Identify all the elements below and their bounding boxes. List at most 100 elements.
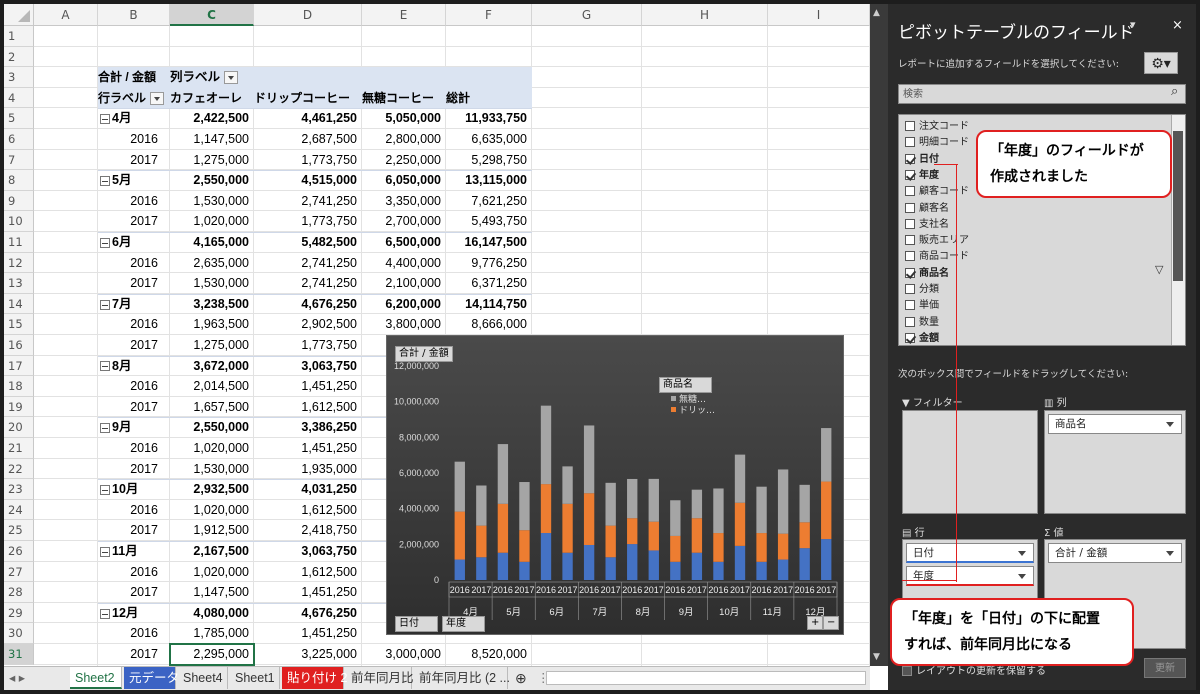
pivot-value-cell[interactable]: 1,785,000 [170, 623, 254, 644]
pivot-value-cell[interactable]: 1,773,750 [254, 335, 362, 356]
field-item[interactable]: 注文コード [905, 119, 969, 135]
legend-item[interactable]: 無糖… [679, 393, 706, 405]
checkbox-icon[interactable] [905, 218, 915, 229]
field-item[interactable]: 商品コード [905, 249, 969, 265]
collapse-icon[interactable] [100, 114, 110, 125]
field-item[interactable]: 年度 [905, 168, 939, 184]
checkbox-icon[interactable] [905, 202, 915, 213]
pivot-value-cell[interactable]: 3,063,750 [254, 356, 362, 377]
pivot-value-cell[interactable]: 3,238,500 [170, 294, 254, 315]
pivot-value-cell[interactable]: 1,773,750 [254, 150, 362, 171]
sheet-tab[interactable]: Sheet2 [70, 667, 122, 689]
pivot-value-cell[interactable]: 2,700,000 [362, 211, 446, 232]
bar-segment[interactable] [562, 552, 573, 580]
sheet-tab[interactable]: Sheet1 [230, 667, 280, 689]
bar-segment[interactable] [497, 444, 509, 504]
row-field-date[interactable]: 日付 [906, 543, 1034, 563]
bar-segment[interactable] [627, 478, 638, 519]
checkbox-icon[interactable] [905, 300, 915, 311]
bar-segment[interactable] [627, 518, 638, 545]
pivot-value-cell[interactable]: 5,493,750 [446, 211, 532, 232]
pivot-value-cell[interactable]: 1,612,500 [254, 500, 362, 521]
bar-segment[interactable] [519, 561, 530, 580]
pivot-value-cell[interactable]: 2,100,000 [362, 273, 446, 294]
pivot-column-header[interactable]: 総計 [446, 88, 532, 109]
field-item[interactable]: 単価 [905, 298, 939, 314]
bar-segment[interactable] [540, 405, 552, 485]
row-header-30[interactable]: 30 [4, 623, 34, 644]
pivot-value-cell[interactable]: 2,014,500 [170, 376, 254, 397]
bar-segment[interactable] [454, 511, 465, 560]
column-header-A[interactable]: A [34, 4, 98, 26]
pivot-year-row-label[interactable]: 2017 [98, 582, 170, 603]
row-header-7[interactable]: 7 [4, 149, 34, 171]
row-header-12[interactable]: 12 [4, 252, 34, 274]
collapse-icon[interactable] [100, 237, 110, 248]
pivot-value-cell[interactable]: 1,530,000 [170, 273, 254, 294]
checkbox-icon[interactable] [905, 153, 915, 164]
bar-segment[interactable] [583, 493, 595, 545]
bar-segment[interactable] [756, 561, 767, 580]
row-header-2[interactable]: 2 [4, 46, 34, 68]
column-header-E[interactable]: E [362, 4, 446, 26]
bar-segment[interactable] [476, 557, 487, 580]
bar-segment[interactable] [670, 500, 681, 536]
pivot-value-cell[interactable]: 2,902,500 [254, 314, 362, 335]
close-icon[interactable]: × [1172, 18, 1183, 33]
pivot-group-row-label[interactable]: 9月 [98, 417, 170, 438]
collapse-icon[interactable] [100, 546, 110, 557]
value-field-pill[interactable]: 合計 / 金額 [1048, 543, 1182, 563]
bar-segment[interactable] [648, 521, 659, 551]
row-header-29[interactable]: 29 [4, 602, 34, 624]
bar-segment[interactable] [777, 533, 789, 560]
bar-segment[interactable] [756, 533, 767, 562]
bar-segment[interactable] [627, 544, 638, 580]
checkbox-icon[interactable] [905, 121, 915, 131]
update-button[interactable]: 更新 [1144, 658, 1186, 678]
field-item[interactable]: 分類 [905, 282, 939, 298]
chart-filter-date[interactable]: 日付 [395, 616, 438, 632]
pivot-value-cell[interactable]: 2,932,500 [170, 479, 254, 500]
tab-nav-arrows[interactable]: ◂ ▸ [4, 667, 68, 689]
pivot-value-cell[interactable]: 1,451,250 [254, 582, 362, 603]
vertical-scrollbar[interactable]: ▲ ▼ [870, 4, 888, 666]
bar-segment[interactable] [670, 561, 681, 580]
checkbox-icon[interactable] [905, 169, 915, 180]
pivot-value-cell[interactable]: 5,050,000 [362, 108, 446, 129]
sheet-tab[interactable]: 前年同月比 [346, 667, 414, 689]
scroll-up-icon[interactable]: ▲ [873, 8, 880, 18]
bar-segment[interactable] [497, 552, 509, 580]
row-header-18[interactable]: 18 [4, 376, 34, 397]
pivot-value-cell[interactable]: 1,530,000 [170, 191, 254, 212]
pivot-value-cell[interactable]: 1,612,500 [254, 562, 362, 583]
pivot-value-cell[interactable]: 1,657,500 [170, 397, 254, 418]
pivot-value-cell[interactable]: 9,776,250 [446, 253, 532, 274]
pivot-value-cell[interactable]: 1,147,500 [170, 129, 254, 150]
pivot-value-cell[interactable]: 13,115,000 [446, 170, 532, 191]
field-item[interactable]: 支社名 [905, 217, 949, 233]
bar-segment[interactable] [777, 559, 789, 580]
pivot-year-row-label[interactable]: 2016 [98, 129, 170, 150]
tab-more-icon[interactable]: ⋮ [532, 667, 550, 689]
pivot-value-cell[interactable]: 2,250,000 [362, 150, 446, 171]
selected-cell[interactable] [169, 643, 255, 666]
bar-segment[interactable] [605, 482, 616, 526]
row-header-28[interactable]: 28 [4, 582, 34, 603]
pivot-value-cell[interactable]: 1,963,500 [170, 314, 254, 335]
select-all-corner[interactable] [4, 4, 34, 26]
legend-item[interactable]: ドリッ… [679, 406, 715, 416]
pivot-value-cell[interactable]: 6,050,000 [362, 170, 446, 191]
pivot-value-cell[interactable]: 5,298,750 [446, 150, 532, 171]
pivot-value-cell[interactable]: 4,461,250 [254, 108, 362, 129]
pivot-value-cell[interactable]: 14,114,750 [446, 294, 532, 315]
pivot-value-cell[interactable]: 3,800,000 [362, 314, 446, 335]
pivot-value-cell[interactable]: 8,520,000 [446, 644, 532, 665]
row-header-20[interactable]: 20 [4, 417, 34, 438]
pivot-value-cell[interactable]: 4,676,250 [254, 603, 362, 624]
bar-segment[interactable] [454, 559, 465, 580]
sheet-tab[interactable]: 前年同月比 (2 ... [414, 667, 510, 689]
checkbox-icon[interactable] [905, 186, 915, 197]
pivot-value-cell[interactable]: 1,020,000 [170, 438, 254, 459]
collapse-icon[interactable] [100, 361, 110, 372]
collapse-icon[interactable] [100, 175, 110, 186]
